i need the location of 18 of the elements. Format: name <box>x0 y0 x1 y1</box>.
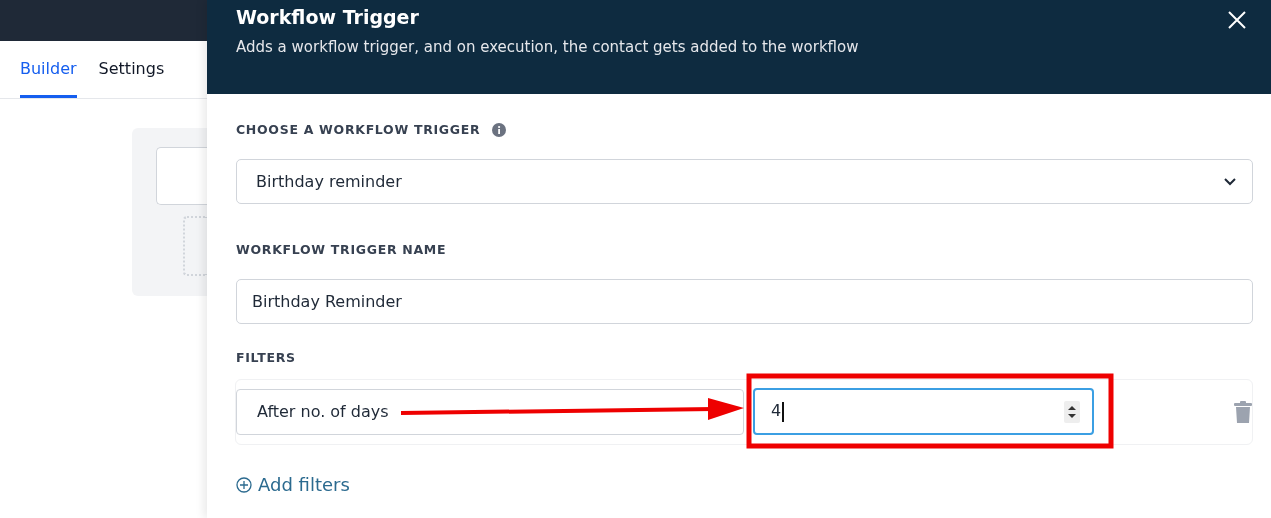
trigger-select[interactable]: Birthday reminder <box>236 159 1253 204</box>
drawer-title: Workflow Trigger <box>236 6 419 28</box>
field-label: CHOOSE A WORKFLOW TRIGGER <box>236 122 481 137</box>
info-icon <box>492 122 507 137</box>
spinner-icon[interactable] <box>1064 400 1080 423</box>
tab[interactable]: Builder <box>20 41 77 98</box>
field-label: FILTERS <box>236 350 297 365</box>
chevron-down-icon <box>1224 177 1236 186</box>
name-input[interactable]: Birthday Reminder <box>236 279 1253 324</box>
close-icon[interactable] <box>1227 10 1247 30</box>
filter-select[interactable]: After no. of days <box>236 388 744 435</box>
drop-zone <box>183 216 207 276</box>
drawer-subtitle: Adds a workflow trigger, and on execution, the contact gets added to the workflow <box>236 38 860 56</box>
add-filters-link[interactable]: Add filters <box>236 474 350 495</box>
plus-circle-icon <box>236 476 252 493</box>
tab[interactable]: Settings <box>98 41 165 98</box>
field-label: WORKFLOW TRIGGER NAME <box>236 242 448 257</box>
number-input[interactable]: 4 <box>753 388 1094 435</box>
